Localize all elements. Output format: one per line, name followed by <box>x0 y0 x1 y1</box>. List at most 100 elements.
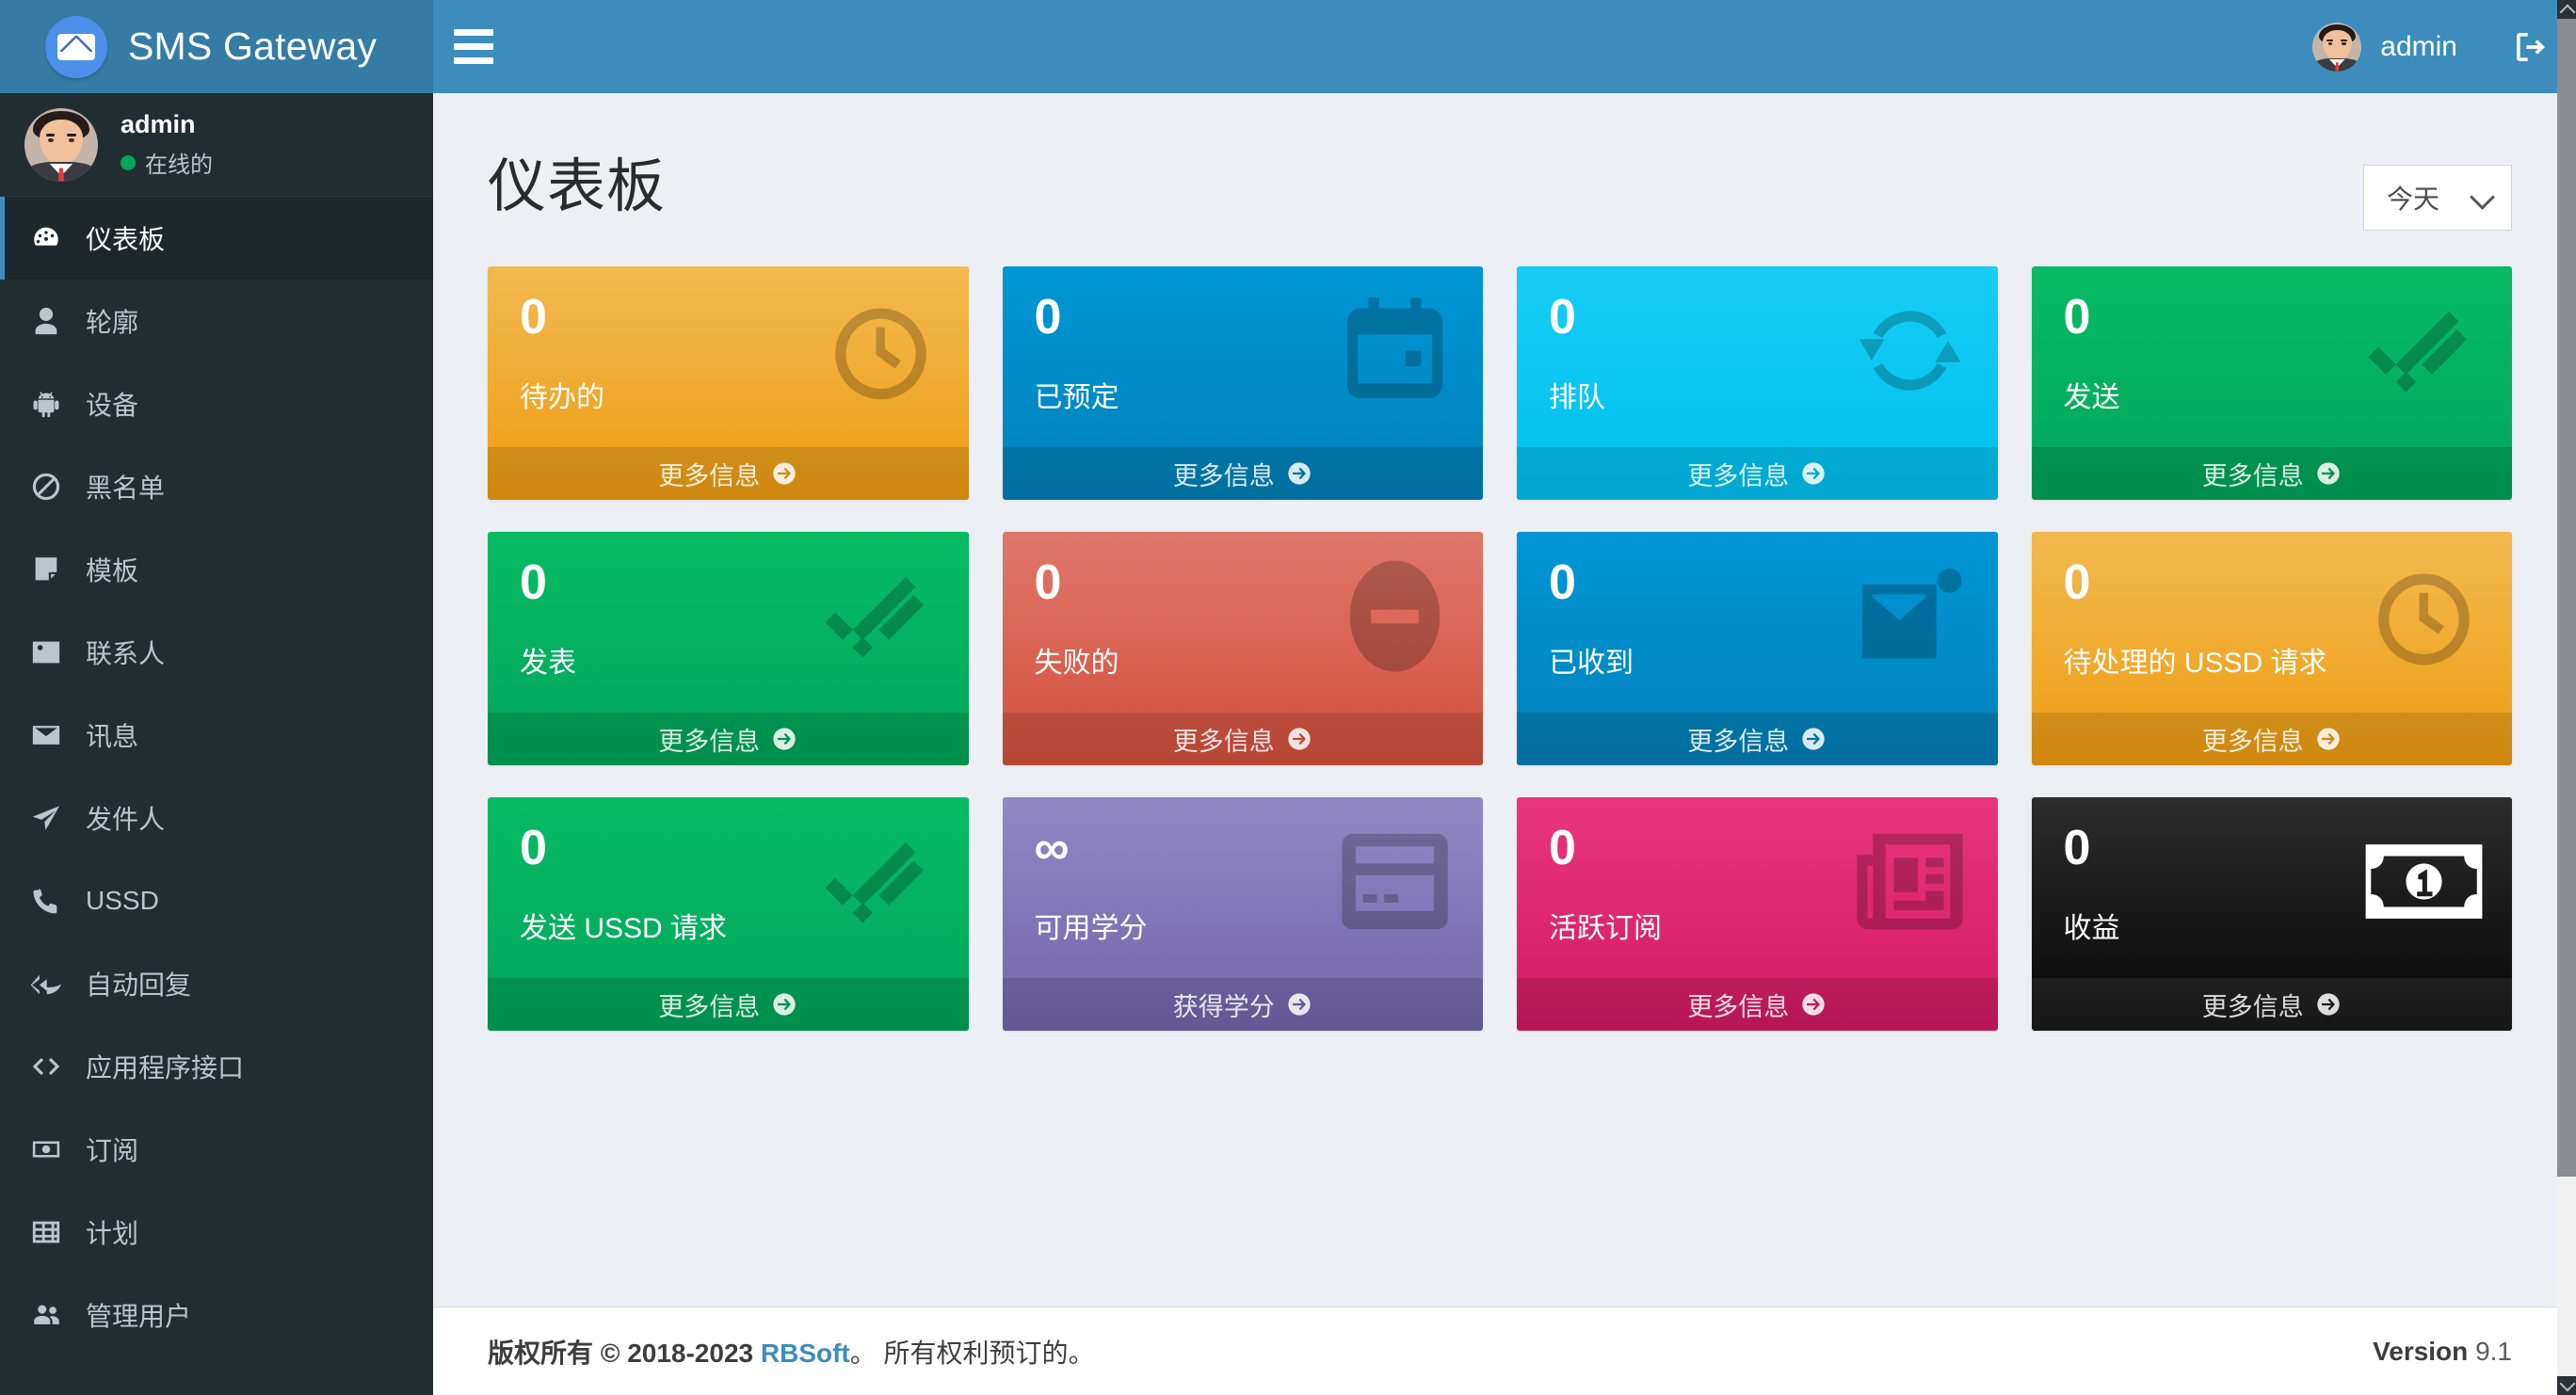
page-scrollbar[interactable] <box>2557 0 2576 1395</box>
stat-card-value: 0 <box>1549 555 1576 610</box>
stat-card-more-label: 更多信息 <box>1172 461 1275 490</box>
sidebar-item-ussd[interactable]: USSD <box>0 859 433 942</box>
stat-card-more-link[interactable]: 更多信息 <box>2031 713 2512 765</box>
stat-card-label: 已收到 <box>1549 648 1634 679</box>
stat-card-body: 0 待处理的 USSD 请求 <box>2032 532 2513 713</box>
sidebar-item-blacklist[interactable]: 黑名单 <box>0 445 433 528</box>
stat-card-received[interactable]: 0 已收到 更多信息 <box>1517 532 1998 765</box>
navbar-user-name: admin <box>2380 30 2457 62</box>
stat-card-label: 发送 <box>2063 382 2120 413</box>
top-navbar: SMS Gateway admin <box>0 0 2576 93</box>
user-icon <box>29 304 63 338</box>
stat-card-more-link[interactable]: 更多信息 <box>488 978 969 1031</box>
version-info: Version 9.1 <box>2373 1337 2512 1367</box>
stat-card-more-link[interactable]: 更多信息 <box>1517 713 1998 765</box>
stat-card-more-label: 更多信息 <box>658 727 761 756</box>
reply-all-icon <box>29 967 63 1001</box>
stat-card-more-link[interactable]: 更多信息 <box>488 447 969 500</box>
avatar <box>2312 22 2362 72</box>
online-status-dot-icon <box>121 154 136 170</box>
stat-card-earnings[interactable]: 0 收益 更多信息 <box>2031 797 2513 1031</box>
sidebar-item-contacts[interactable]: 联系人 <box>0 611 433 694</box>
sidebar-item-profile[interactable]: 轮廓 <box>0 280 433 362</box>
stat-card-value: 0 <box>2063 290 2091 345</box>
stat-card-pending[interactable]: 0 待办的 更多信息 <box>488 266 969 500</box>
scrollbar-thumb[interactable] <box>2557 19 2576 1177</box>
arrow-circle-right-icon <box>1800 460 1827 487</box>
chevron-down-icon <box>2471 186 2494 209</box>
code-icon <box>29 1050 63 1083</box>
stat-card-more-link[interactable]: 获得学分 <box>1002 978 1483 1031</box>
stat-card-label: 待处理的 USSD 请求 <box>2063 648 2327 679</box>
stat-card-delivered[interactable]: 0 发表 更多信息 <box>488 532 969 765</box>
page-title: 仪表板 <box>488 154 667 219</box>
sidebar-item-dashboard[interactable]: 仪表板 <box>0 197 433 280</box>
stat-card-more-label: 更多信息 <box>1687 992 1790 1021</box>
stat-card-more-link[interactable]: 更多信息 <box>2031 978 2512 1031</box>
arrow-circle-right-icon <box>771 991 797 1018</box>
dashboard-icon <box>29 221 63 255</box>
stat-card-queued[interactable]: 0 排队 更多信息 <box>1517 266 1998 500</box>
sidebar-item-label: 自动回复 <box>86 970 192 1000</box>
arrow-circle-right-icon <box>2315 726 2342 752</box>
brand-logo-area[interactable]: SMS Gateway <box>0 0 433 93</box>
sidebar-item-api[interactable]: 应用程序接口 <box>0 1025 433 1108</box>
sidebar-item-autoreply[interactable]: 自动回复 <box>0 942 433 1025</box>
stat-card-label: 排队 <box>1549 382 1605 413</box>
brand-title: SMS Gateway <box>128 24 378 68</box>
stat-card-more-link[interactable]: 更多信息 <box>488 713 969 765</box>
period-filter-select[interactable]: 今天 <box>2363 165 2512 231</box>
stat-card-body: ∞ 可用学分 <box>1003 797 1484 978</box>
navbar-user-menu[interactable]: admin <box>2294 0 2486 93</box>
sidebar-item-plans[interactable]: 计划 <box>0 1191 433 1274</box>
stat-card-more-link[interactable]: 更多信息 <box>1517 978 1998 1031</box>
sidebar-item-senders[interactable]: 发件人 <box>0 777 433 859</box>
arrow-circle-right-icon <box>1800 991 1827 1018</box>
stat-card-body: 0 收益 <box>2032 797 2513 978</box>
sidebar-user-panel[interactable]: admin 在线的 <box>0 93 433 197</box>
stat-card-active-subscriptions[interactable]: 0 活跃订阅 更多信息 <box>1517 797 1998 1031</box>
stat-card-more-label: 更多信息 <box>658 461 761 490</box>
arrow-circle-right-icon <box>771 460 797 487</box>
copyright-suffix: 。 所有权利预订的。 <box>849 1338 1095 1368</box>
page-header: 仪表板 今天 <box>488 138 2512 231</box>
stat-card-sent-ussd[interactable]: 0 发送 USSD 请求 更多信息 <box>488 797 969 1031</box>
stat-card-value: 0 <box>520 555 547 610</box>
stat-card-failed[interactable]: 0 失败的 更多信息 <box>1002 532 1483 765</box>
stat-card-more-link[interactable]: 更多信息 <box>1517 447 1998 500</box>
stat-card-pending-ussd[interactable]: 0 待处理的 USSD 请求 更多信息 <box>2031 532 2513 765</box>
sidebar-item-messages[interactable]: 讯息 <box>0 694 433 777</box>
table-icon <box>29 1215 63 1249</box>
sidebar-item-subscriptions[interactable]: 订阅 <box>0 1108 433 1191</box>
stat-card-scheduled[interactable]: 0 已预定 更多信息 <box>1002 266 1483 500</box>
stat-card-value: 0 <box>1034 290 1062 345</box>
navbar-spacer <box>514 0 2294 93</box>
sidebar-item-devices[interactable]: 设备 <box>0 362 433 445</box>
android-icon <box>29 387 63 421</box>
stat-card-more-link[interactable]: 更多信息 <box>1002 447 1483 500</box>
company-link[interactable]: RBSoft <box>761 1339 850 1368</box>
version-label: Version <box>2373 1336 2469 1366</box>
stat-card-more-link[interactable]: 更多信息 <box>1002 713 1483 765</box>
stat-card-value: ∞ <box>1034 821 1070 875</box>
stat-card-more-label: 更多信息 <box>1172 727 1275 756</box>
hamburger-menu-icon[interactable] <box>433 0 514 93</box>
sidebar-item-label: 计划 <box>86 1219 139 1248</box>
stat-card-available-credits[interactable]: ∞ 可用学分 获得学分 <box>1002 797 1484 1031</box>
stat-card-more-link[interactable]: 更多信息 <box>2031 447 2512 500</box>
stat-card-more-label: 更多信息 <box>2201 992 2304 1021</box>
arrow-circle-right-icon <box>1286 460 1312 487</box>
stat-card-sent[interactable]: 0 发送 更多信息 <box>2031 266 2512 500</box>
stat-card-label: 发送 USSD 请求 <box>520 913 728 944</box>
stat-card-label: 失败的 <box>1034 648 1119 679</box>
avatar <box>24 107 98 182</box>
stat-card-body: 0 发送 USSD 请求 <box>488 797 969 978</box>
sidebar-item-templates[interactable]: 模板 <box>0 528 433 611</box>
sidebar: admin 在线的 仪表板 轮廓 设备 黑名单 模板 联系人 讯息 发件人 US… <box>0 93 433 1395</box>
sidebar-item-manage-users[interactable]: 管理用户 <box>0 1274 433 1356</box>
stat-card-more-label: 获得学分 <box>1172 992 1275 1021</box>
stat-card-more-label: 更多信息 <box>2201 727 2304 756</box>
scrollbar-down-arrow-icon[interactable] <box>2557 1376 2576 1395</box>
scrollbar-up-arrow-icon[interactable] <box>2557 0 2576 19</box>
sidebar-user-status-label: 在线的 <box>145 152 213 178</box>
